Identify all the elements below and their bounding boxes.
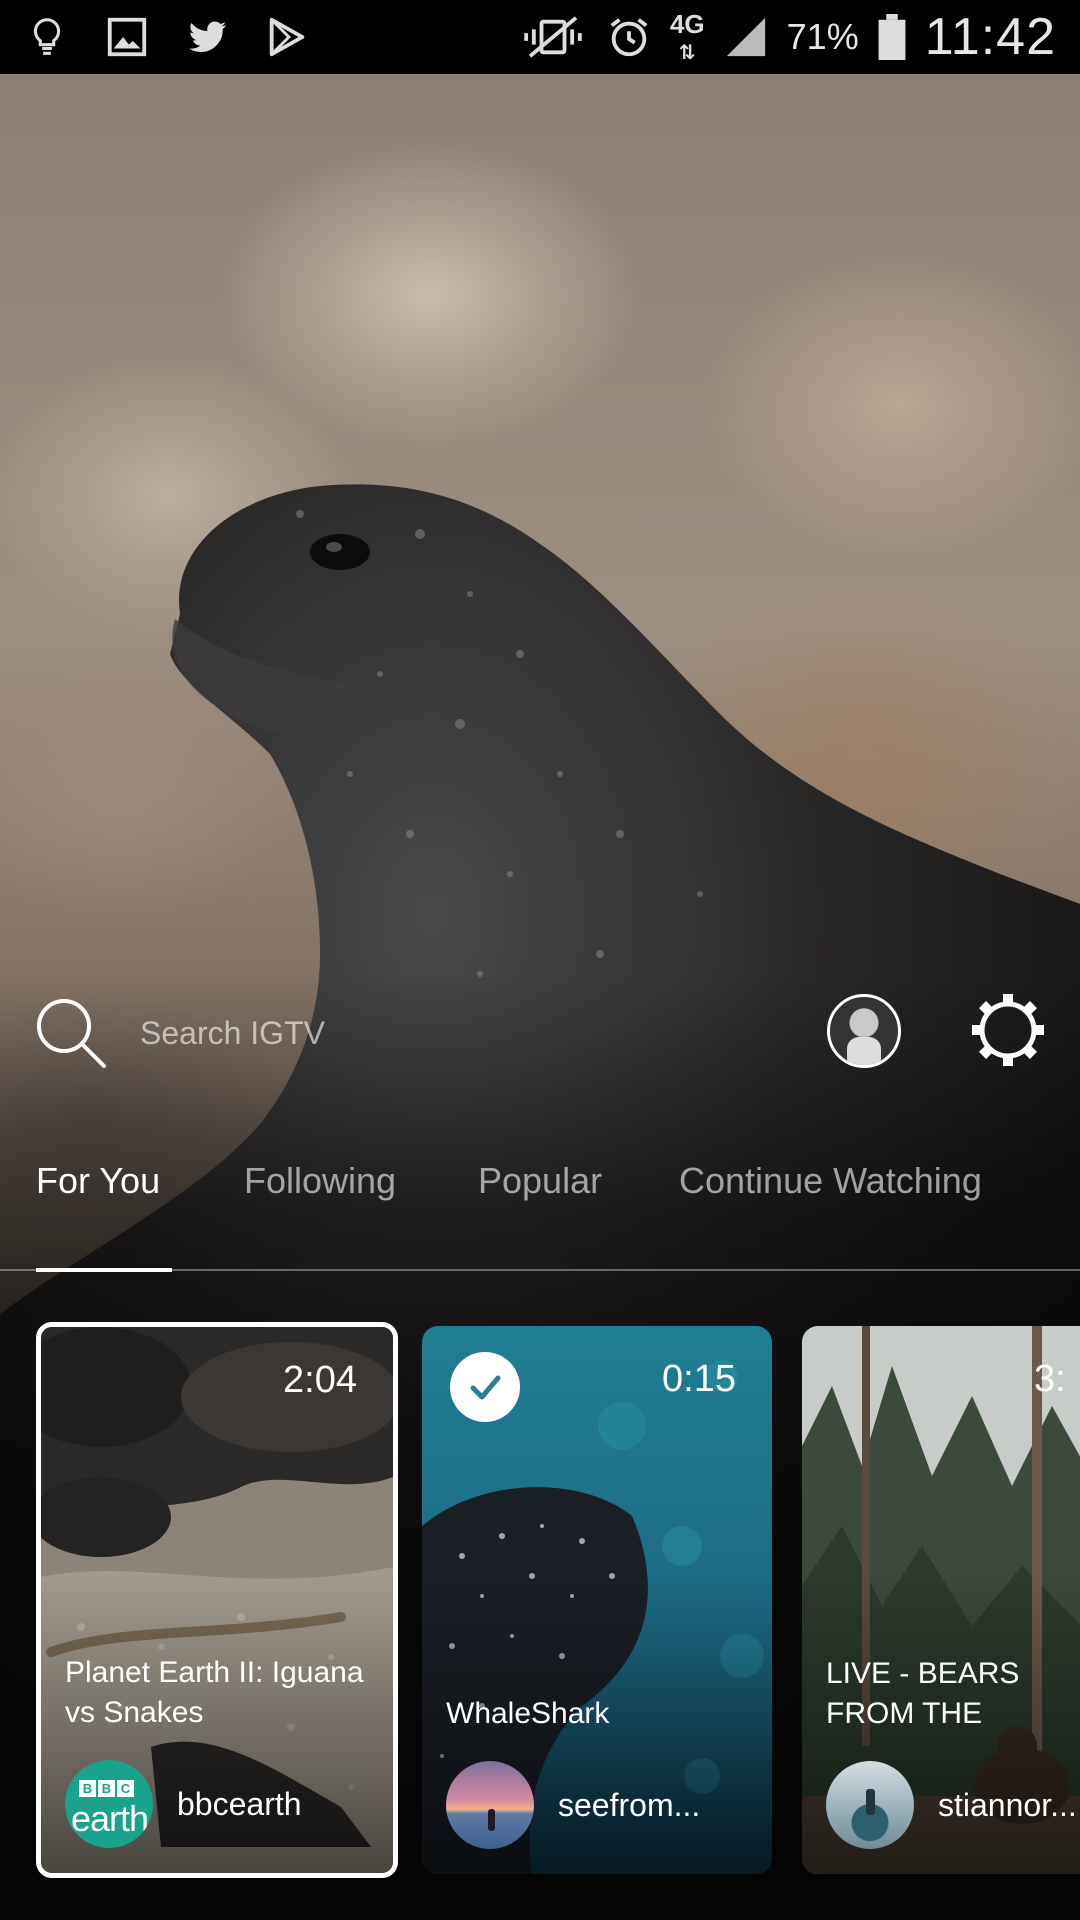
video-owner[interactable]: stiannor... [826, 1760, 1077, 1850]
owner-username: bbcearth [177, 1785, 302, 1822]
status-bar-notifications [24, 14, 310, 60]
bbc-earth-logo: B B C earth [65, 1760, 153, 1848]
alarm-icon [606, 14, 652, 60]
twitter-icon [184, 14, 230, 60]
battery-icon [877, 14, 907, 60]
search-icon[interactable] [34, 996, 108, 1070]
owner-username: stiannor... [938, 1786, 1077, 1823]
video-carousel: 2:04 Planet Earth II: Iguana vs Snakes B… [0, 1322, 1080, 1882]
image-icon [104, 14, 150, 60]
search-row [0, 990, 1080, 1076]
video-title: Planet Earth II: Iguana vs Snakes [65, 1656, 364, 1729]
video-title: LIVE - BEARS FROM THE [826, 1657, 1020, 1730]
video-duration: 0:15 [662, 1358, 736, 1400]
video-duration: 2:04 [283, 1359, 357, 1401]
video-owner[interactable]: seefrom... [446, 1760, 700, 1850]
active-tab-indicator [36, 1268, 172, 1272]
tab-popular[interactable]: Popular [478, 1160, 602, 1202]
gear-icon[interactable] [970, 992, 1046, 1068]
video-card[interactable]: 0:15 WhaleShark seefrom... [422, 1326, 772, 1874]
tab-continue-watching[interactable]: Continue Watching [679, 1160, 982, 1202]
video-card[interactable]: 3: LIVE - BEARS FROM THE stiannor... [802, 1326, 1080, 1874]
video-title: WhaleShark [446, 1697, 610, 1730]
checkmark-icon [450, 1352, 520, 1422]
status-bar: 4G ⇅ 71% 11:42 [0, 0, 1080, 74]
play-store-icon [264, 14, 310, 60]
battery-percentage: 71% [786, 16, 859, 57]
owner-username: seefrom... [558, 1786, 701, 1823]
clock: 11:42 [924, 8, 1056, 66]
profile-avatar[interactable] [827, 994, 901, 1068]
video-duration: 3: [1034, 1358, 1066, 1400]
vibrate-mute-icon [518, 14, 588, 60]
video-owner[interactable]: B B C earth bbcearth [65, 1759, 302, 1849]
owner-avatar [446, 1761, 534, 1849]
status-bar-system: 4G ⇅ 71% 11:42 [518, 7, 1056, 67]
video-card[interactable]: 2:04 Planet Earth II: Iguana vs Snakes B… [36, 1322, 398, 1878]
search-input[interactable] [140, 1006, 640, 1060]
signal-icon [723, 14, 769, 60]
lightbulb-icon [24, 14, 70, 60]
owner-avatar [826, 1761, 914, 1849]
network-type: 4G ⇅ [669, 9, 705, 64]
tab-following[interactable]: Following [244, 1160, 396, 1202]
tab-for-you[interactable]: For You [36, 1160, 160, 1202]
